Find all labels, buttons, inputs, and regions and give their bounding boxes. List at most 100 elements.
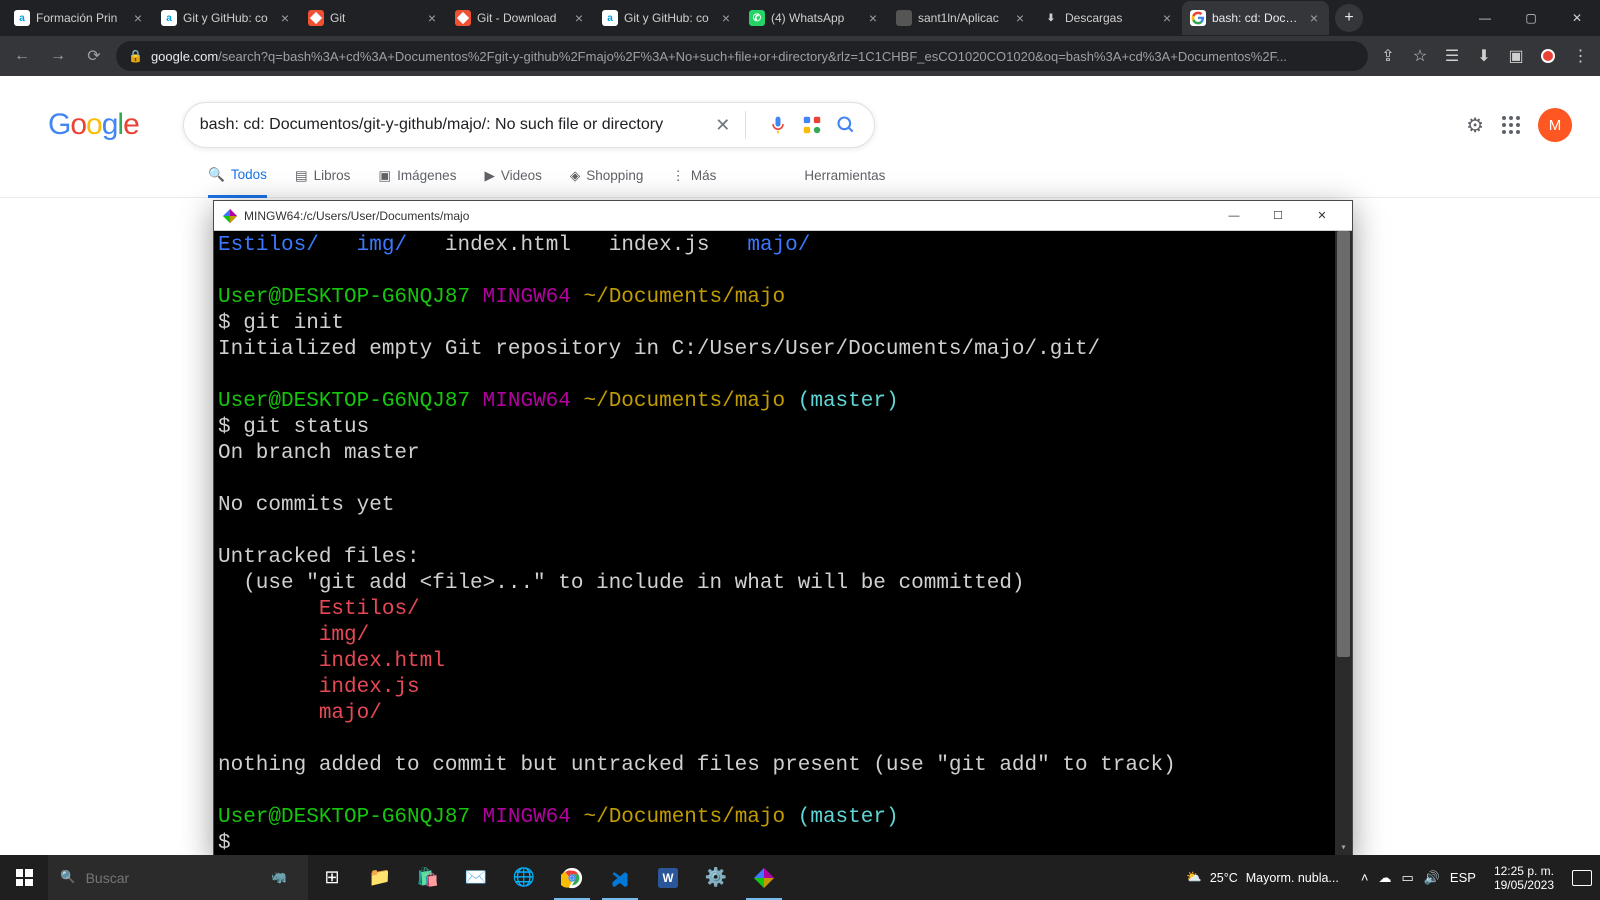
- share-icon[interactable]: ⇪: [1376, 44, 1400, 68]
- terminal-titlebar[interactable]: MINGW64:/c/Users/User/Documents/majo — ☐…: [214, 201, 1352, 231]
- settings-icon[interactable]: ⚙: [1466, 113, 1484, 138]
- terminal-scrollbar[interactable]: ▾: [1335, 231, 1352, 857]
- avatar[interactable]: M: [1538, 108, 1572, 142]
- onedrive-icon[interactable]: ☁: [1378, 870, 1391, 886]
- window-close[interactable]: ✕: [1554, 1, 1600, 35]
- file-explorer-icon[interactable]: 📁: [356, 855, 404, 900]
- browser-tab[interactable]: aGit y GitHub: co×: [594, 1, 741, 35]
- browser-tab[interactable]: Git - Download ×: [447, 1, 594, 35]
- new-tab-button[interactable]: +: [1335, 4, 1363, 32]
- address-bar[interactable]: 🔒 google.com/search?q=bash%3A+cd%3A+Docu…: [116, 41, 1368, 71]
- tab-close-icon[interactable]: ×: [866, 11, 880, 25]
- tab-title: Formación Prin: [36, 11, 125, 25]
- microsoft-store-icon[interactable]: 🛍️: [404, 855, 452, 900]
- battery-icon[interactable]: ▭: [1401, 870, 1413, 886]
- start-button[interactable]: [0, 855, 48, 900]
- window-maximize[interactable]: ▢: [1508, 1, 1554, 35]
- tab-imagenes[interactable]: ▣Imágenes: [378, 168, 456, 196]
- scrollbar-thumb[interactable]: [1337, 231, 1350, 657]
- panel-icon[interactable]: ▣: [1504, 44, 1528, 68]
- tab-mas[interactable]: ⋮Más: [671, 168, 716, 196]
- tab-todos[interactable]: 🔍Todos: [208, 167, 267, 198]
- lens-search-icon[interactable]: [800, 113, 824, 137]
- tab-close-icon[interactable]: ×: [131, 11, 145, 25]
- tab-favicon: [1190, 10, 1206, 26]
- tools-button[interactable]: Herramientas: [804, 168, 885, 195]
- tab-shopping[interactable]: ◈Shopping: [570, 168, 643, 196]
- google-logo[interactable]: Google: [48, 108, 139, 142]
- task-view-icon[interactable]: ⊞: [308, 855, 356, 900]
- taskbar-search-input[interactable]: [86, 870, 253, 886]
- settings-icon[interactable]: ⚙️: [692, 855, 740, 900]
- tab-title: Git y GitHub: co: [183, 11, 272, 25]
- reading-list-icon[interactable]: ☰: [1440, 44, 1464, 68]
- chrome-menu-icon[interactable]: ⋮: [1568, 44, 1592, 68]
- tab-favicon: a: [161, 10, 177, 26]
- tab-title: Git - Download: [477, 11, 566, 25]
- reload-button[interactable]: ⟳: [80, 42, 108, 70]
- tab-close-icon[interactable]: ×: [425, 11, 439, 25]
- notifications-icon[interactable]: [1572, 870, 1592, 886]
- tab-libros[interactable]: ▤Libros: [295, 168, 351, 196]
- clock-time: 12:25 p. m.: [1494, 864, 1554, 878]
- terminal-maximize[interactable]: ☐: [1256, 202, 1300, 230]
- browser-tab[interactable]: a Formación Prin ×: [6, 1, 153, 35]
- windows-taskbar: 🔍 🦏 ⊞ 📁 🛍️ ✉️ 🌐 W ⚙️ ⛅ 25°C Mayorm. nubl…: [0, 855, 1600, 900]
- url-text: google.com/search?q=bash%3A+cd%3A+Docume…: [151, 49, 1356, 64]
- mail-icon[interactable]: ✉️: [452, 855, 500, 900]
- tab-close-icon[interactable]: ×: [719, 11, 733, 25]
- tab-title: (4) WhatsApp: [771, 11, 860, 25]
- download-icon[interactable]: ⬇: [1472, 44, 1496, 68]
- record-icon[interactable]: [1536, 44, 1560, 68]
- search-box[interactable]: ✕: [183, 102, 875, 148]
- browser-tab[interactable]: bash: cd: Docum×: [1182, 1, 1329, 35]
- bookmark-icon[interactable]: ☆: [1408, 44, 1432, 68]
- tab-close-icon[interactable]: ×: [572, 11, 586, 25]
- divider: [745, 111, 746, 139]
- search-input[interactable]: [200, 116, 701, 134]
- clear-search-icon[interactable]: ✕: [711, 113, 735, 137]
- tab-favicon: a: [602, 10, 618, 26]
- browser-tab[interactable]: a Git y GitHub: co ×: [153, 1, 300, 35]
- edge-icon[interactable]: 🌐: [500, 855, 548, 900]
- header-right: ⚙ M: [1466, 108, 1572, 142]
- tab-close-icon[interactable]: ×: [1013, 11, 1027, 25]
- browser-tab[interactable]: sant1ln/Aplicac×: [888, 1, 1035, 35]
- terminal-body[interactable]: Estilos/ img/ index.html index.js majo/ …: [214, 231, 1352, 857]
- weather-temp: 25°C: [1210, 871, 1238, 885]
- search-button-icon[interactable]: [834, 113, 858, 137]
- voice-search-icon[interactable]: [766, 113, 790, 137]
- terminal-minimize[interactable]: —: [1212, 202, 1256, 230]
- tab-close-icon[interactable]: ×: [278, 11, 292, 25]
- browser-tab[interactable]: ✆(4) WhatsApp×: [741, 1, 888, 35]
- back-button[interactable]: ←: [8, 42, 36, 70]
- browser-tab[interactable]: ⬇Descargas×: [1035, 1, 1182, 35]
- search-icon: 🔍: [60, 870, 76, 885]
- word-icon[interactable]: W: [644, 855, 692, 900]
- terminal-app-icon: [222, 208, 238, 224]
- svg-text:W: W: [662, 872, 673, 885]
- vscode-icon[interactable]: [596, 855, 644, 900]
- apps-grid-icon[interactable]: [1502, 116, 1520, 134]
- terminal-window: MINGW64:/c/Users/User/Documents/majo — ☐…: [213, 200, 1353, 858]
- tray-chevron-up-icon[interactable]: ˄: [1361, 870, 1369, 885]
- forward-button[interactable]: →: [44, 42, 72, 70]
- terminal-close[interactable]: ✕: [1300, 202, 1344, 230]
- tab-close-icon[interactable]: ×: [1160, 11, 1174, 25]
- taskbar-search[interactable]: 🔍 🦏: [48, 855, 308, 900]
- language-indicator[interactable]: ESP: [1450, 870, 1476, 885]
- tab-videos[interactable]: ▶Videos: [484, 168, 541, 196]
- volume-icon[interactable]: 🔊: [1424, 870, 1440, 886]
- tab-close-icon[interactable]: ×: [1307, 11, 1321, 25]
- system-tray: ⛅ 25°C Mayorm. nubla... ˄ ☁ ▭ 🔊 ESP 12:2…: [1186, 855, 1600, 900]
- window-minimize[interactable]: —: [1462, 1, 1508, 35]
- book-icon: ▤: [295, 168, 308, 184]
- chrome-icon[interactable]: [548, 855, 596, 900]
- weather-widget[interactable]: ⛅ 25°C Mayorm. nubla...: [1186, 870, 1339, 885]
- tab-title: Descargas: [1065, 11, 1154, 25]
- browser-tab[interactable]: Git×: [300, 1, 447, 35]
- tab-favicon: [308, 10, 324, 26]
- clock[interactable]: 12:25 p. m. 19/05/2023: [1486, 864, 1562, 892]
- git-bash-icon[interactable]: [740, 855, 788, 900]
- tab-favicon: a: [14, 10, 30, 26]
